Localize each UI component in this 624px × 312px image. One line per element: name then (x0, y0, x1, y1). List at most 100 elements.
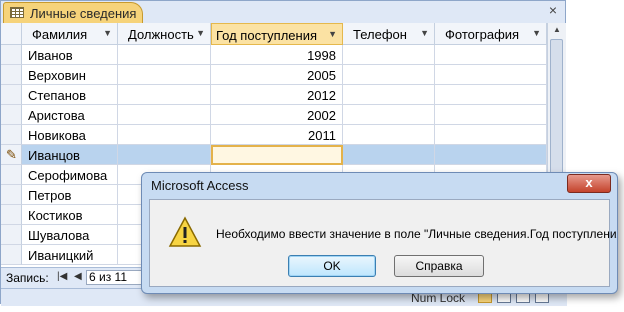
column-header-label: Фотография (445, 27, 520, 42)
cell-photo[interactable] (435, 125, 547, 145)
cell-text: Костиков (28, 208, 83, 223)
column-header-photo[interactable]: Фотография ▼ (435, 23, 547, 45)
cell-text: Иванцов (28, 148, 80, 163)
cell-position[interactable] (118, 45, 211, 65)
close-document-icon[interactable]: × (549, 2, 557, 18)
cell-text: 2005 (307, 68, 336, 83)
table-row[interactable]: Аристова 2002 (1, 105, 547, 125)
table-row[interactable]: Иванов 1998 (1, 45, 547, 65)
record-selector[interactable] (1, 65, 22, 85)
dropdown-arrow-icon[interactable]: ▼ (103, 28, 112, 38)
select-all-corner[interactable] (1, 23, 22, 45)
cell-photo[interactable] (435, 105, 547, 125)
record-selector[interactable]: ✎ (1, 145, 22, 165)
table-row[interactable]: Верховин 2005 (1, 65, 547, 85)
error-dialog: Microsoft Access x Необходимо ввести зна… (141, 172, 618, 294)
cell-year[interactable]: 1998 (211, 45, 343, 65)
record-selector[interactable] (1, 185, 22, 205)
cell-surname[interactable]: Иваницкий (22, 245, 118, 265)
cell-photo[interactable] (435, 145, 547, 165)
column-header-label: Должность (128, 27, 194, 42)
previous-record-icon[interactable]: ◀ (74, 271, 82, 282)
cell-text: Серофимова (28, 168, 108, 183)
dialog-title: Microsoft Access (151, 178, 249, 193)
cell-position[interactable] (118, 125, 211, 145)
column-header-phone[interactable]: Телефон ▼ (343, 23, 435, 45)
cell-text: 2011 (308, 128, 336, 143)
record-label: Запись: (6, 271, 49, 285)
record-selector[interactable] (1, 165, 22, 185)
table-row[interactable]: Степанов 2012 (1, 85, 547, 105)
dropdown-arrow-icon[interactable]: ▼ (532, 28, 541, 38)
record-selector[interactable] (1, 225, 22, 245)
cell-phone[interactable] (343, 125, 435, 145)
pencil-icon: ✎ (6, 147, 17, 162)
cell-year[interactable]: 2005 (211, 65, 343, 85)
cell-photo[interactable] (435, 65, 547, 85)
cell-surname[interactable]: Новикова (22, 125, 118, 145)
tab-personal-info[interactable]: Личные сведения (3, 2, 143, 23)
record-selector[interactable] (1, 105, 22, 125)
record-selector[interactable] (1, 125, 22, 145)
table-row[interactable]: ✎ Иванцов (1, 145, 547, 165)
cell-photo[interactable] (435, 85, 547, 105)
cell-text: Верховин (28, 68, 86, 83)
table-icon (10, 7, 24, 18)
cell-position[interactable] (118, 145, 211, 165)
cell-text: Петров (28, 188, 72, 203)
scroll-thumb[interactable] (550, 39, 563, 189)
dropdown-arrow-icon[interactable]: ▼ (328, 29, 337, 39)
help-button[interactable]: Справка (394, 255, 484, 277)
cell-position[interactable] (118, 65, 211, 85)
cell-text: Аристова (28, 108, 85, 123)
column-header-label: Год поступления (216, 28, 318, 43)
cell-position[interactable] (118, 85, 211, 105)
cell-text: 2002 (307, 108, 336, 123)
record-selector[interactable] (1, 205, 22, 225)
column-header-year[interactable]: Год поступления ▼ (211, 23, 343, 45)
dialog-close-button[interactable]: x (567, 174, 611, 193)
cell-text: Степанов (28, 88, 87, 103)
cell-year[interactable]: 2011 (211, 125, 343, 145)
document-tab-bar: Личные сведения × (1, 1, 565, 24)
dropdown-arrow-icon[interactable]: ▼ (420, 28, 429, 38)
record-selector[interactable] (1, 45, 22, 65)
cell-surname[interactable]: Серофимова (22, 165, 118, 185)
cell-text: Шувалова (28, 228, 90, 243)
cell-surname[interactable]: Иванов (22, 45, 118, 65)
scroll-up-icon[interactable]: ▲ (553, 25, 561, 34)
cell-phone[interactable] (343, 65, 435, 85)
warning-icon (168, 216, 202, 247)
dropdown-arrow-icon[interactable]: ▼ (196, 28, 205, 38)
cell-year[interactable]: 2002 (211, 105, 343, 125)
table-row[interactable]: Новикова 2011 (1, 125, 547, 145)
dialog-body: Необходимо ввести значение в поле "Личны… (149, 199, 617, 287)
cell-surname[interactable]: Степанов (22, 85, 118, 105)
dialog-message: Необходимо ввести значение в поле "Личны… (216, 227, 618, 241)
first-record-icon[interactable]: |◀ (57, 271, 67, 282)
cell-phone[interactable] (343, 105, 435, 125)
cell-position[interactable] (118, 105, 211, 125)
cell-phone[interactable] (343, 145, 435, 165)
cell-year[interactable]: 2012 (211, 85, 343, 105)
cell-text: Иванов (28, 48, 73, 63)
cell-surname[interactable]: Костиков (22, 205, 118, 225)
ok-button[interactable]: OK (288, 255, 376, 277)
cell-text: Иваницкий (28, 248, 94, 263)
cell-text: 2012 (307, 88, 336, 103)
cell-surname[interactable]: Петров (22, 185, 118, 205)
record-selector[interactable] (1, 245, 22, 265)
cell-phone[interactable] (343, 85, 435, 105)
column-header-surname[interactable]: Фамилия ▼ (22, 23, 118, 45)
tab-label: Личные сведения (30, 6, 137, 21)
record-number-field[interactable]: 6 из 11 (86, 270, 142, 285)
cell-surname[interactable]: Иванцов (22, 145, 118, 165)
cell-surname[interactable]: Шувалова (22, 225, 118, 245)
record-selector[interactable] (1, 85, 22, 105)
cell-year[interactable] (211, 145, 343, 165)
cell-surname[interactable]: Аристова (22, 105, 118, 125)
cell-photo[interactable] (435, 45, 547, 65)
column-header-position[interactable]: Должность ▼ (118, 23, 211, 45)
cell-phone[interactable] (343, 45, 435, 65)
cell-surname[interactable]: Верховин (22, 65, 118, 85)
